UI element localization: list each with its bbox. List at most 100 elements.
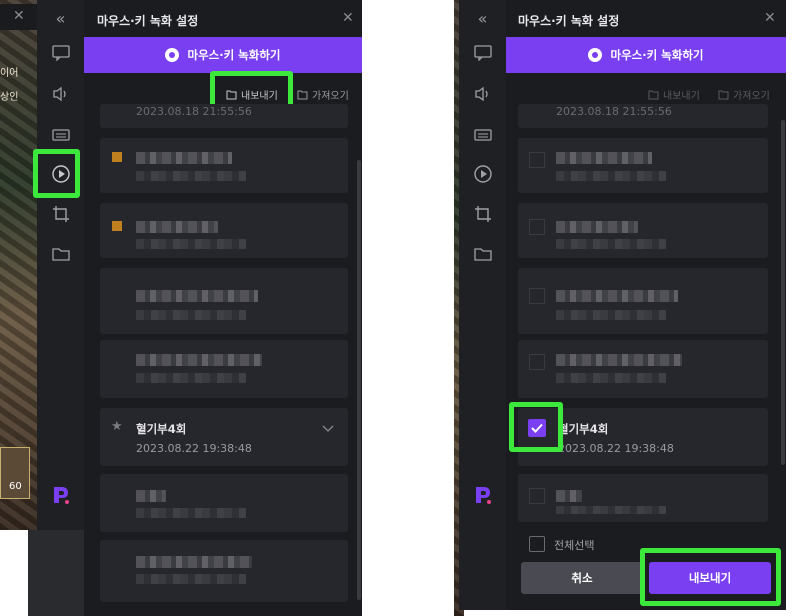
double-chevron-left-icon[interactable]: « bbox=[50, 7, 72, 29]
chat-icon[interactable] bbox=[50, 42, 72, 64]
macro-record-icon[interactable] bbox=[472, 163, 494, 185]
crop-icon[interactable] bbox=[472, 203, 494, 225]
close-icon[interactable]: ✕ bbox=[13, 8, 25, 24]
recording-name: 혈기부4회 bbox=[558, 422, 609, 436]
game-label-partial: 상인 bbox=[0, 92, 19, 103]
game-item-count: 60 bbox=[9, 481, 22, 492]
record-dot-icon bbox=[588, 48, 603, 62]
item-checkbox[interactable] bbox=[529, 219, 545, 235]
import-label: 가져오기 bbox=[733, 91, 770, 102]
recording-time: 2023.08.18 21:55:56 bbox=[556, 105, 672, 118]
game-background-left: 이어 상인 60 bbox=[0, 0, 37, 530]
crop-icon[interactable] bbox=[50, 203, 72, 225]
recording-name-redacted bbox=[136, 221, 218, 233]
import-button[interactable]: 가져오기 bbox=[297, 87, 349, 102]
recording-list-item[interactable] bbox=[100, 203, 348, 258]
recording-time: 2023.08.22 19:38:48 bbox=[558, 442, 674, 455]
speaker-icon[interactable] bbox=[472, 83, 494, 105]
left-edge-close[interactable]: ✕ bbox=[0, 4, 37, 30]
recording-time-redacted bbox=[556, 310, 666, 320]
recording-list-item[interactable] bbox=[518, 203, 768, 258]
double-chevron-left-icon[interactable]: « bbox=[472, 7, 494, 29]
recording-name-redacted bbox=[136, 490, 166, 502]
recording-name-redacted bbox=[136, 152, 232, 164]
close-icon[interactable]: ✕ bbox=[764, 10, 776, 26]
import-button-disabled: 가져오기 bbox=[718, 87, 770, 102]
record-button-label: 마우스·키 녹화하기 bbox=[610, 48, 704, 62]
panel-title: 마우스·키 녹화 설정 bbox=[97, 14, 199, 28]
app-logo-icon bbox=[472, 484, 494, 506]
recording-time-redacted bbox=[136, 508, 246, 518]
panel-title: 마우스·키 녹화 설정 bbox=[518, 14, 620, 28]
right-sidebar-rail: « bbox=[459, 0, 506, 610]
scrollbar[interactable] bbox=[357, 160, 361, 600]
record-button-label: 마우스·키 녹화하기 bbox=[187, 48, 281, 62]
import-label: 가져오기 bbox=[312, 91, 349, 102]
recording-time-redacted bbox=[136, 171, 246, 181]
recording-time-redacted bbox=[556, 171, 666, 181]
chat-icon[interactable] bbox=[472, 42, 494, 64]
speaker-icon[interactable] bbox=[50, 83, 72, 105]
select-all-label: 전체선택 bbox=[554, 539, 595, 552]
left-settings-panel: 마우스·키 녹화 설정 ✕ 마우스·키 녹화하기 내보내기 가져오기 2023.… bbox=[84, 0, 362, 616]
recording-list-item[interactable] bbox=[518, 268, 768, 334]
export-label: 내보내기 bbox=[663, 91, 700, 102]
recording-list-item[interactable] bbox=[100, 540, 348, 602]
recording-list-item[interactable]: 2023.08.18 21:55:56 bbox=[518, 104, 768, 128]
export-label: 내보내기 bbox=[241, 91, 278, 102]
bottom-strip bbox=[28, 530, 84, 616]
recording-list-item[interactable] bbox=[100, 268, 348, 334]
export-button[interactable]: 내보내기 bbox=[226, 87, 278, 102]
keyboard-icon[interactable] bbox=[50, 124, 72, 146]
game-item-slot: 60 bbox=[0, 447, 30, 499]
record-button[interactable]: 마우스·키 녹화하기 bbox=[506, 37, 786, 73]
recording-list-item[interactable] bbox=[518, 340, 768, 398]
game-label-partial: 이어 bbox=[0, 68, 19, 79]
item-marker bbox=[112, 152, 122, 162]
recording-name-redacted bbox=[556, 290, 678, 302]
recording-list-item[interactable] bbox=[100, 474, 348, 532]
recording-name-redacted bbox=[136, 556, 252, 568]
checkbox-checked-icon[interactable] bbox=[528, 419, 546, 437]
folder-icon[interactable] bbox=[50, 243, 72, 265]
item-checkbox[interactable] bbox=[529, 354, 545, 370]
keyboard-icon[interactable] bbox=[472, 124, 494, 146]
recording-list-item-featured[interactable]: ★ 혈기부4회 2023.08.22 19:38:48 bbox=[100, 408, 348, 466]
recording-time: 2023.08.22 19:38:48 bbox=[136, 442, 252, 455]
record-dot-icon bbox=[165, 48, 180, 62]
macro-record-icon[interactable] bbox=[50, 163, 72, 185]
recording-name-redacted bbox=[136, 290, 258, 302]
recording-time-redacted bbox=[136, 574, 246, 584]
scrollbar[interactable] bbox=[781, 120, 785, 465]
record-button[interactable]: 마우스·키 녹화하기 bbox=[84, 37, 362, 73]
recording-time: 2023.08.18 21:55:56 bbox=[136, 105, 252, 118]
recording-list-item[interactable] bbox=[518, 474, 768, 522]
recording-list-item[interactable]: 2023.08.18 21:55:56 bbox=[100, 104, 348, 128]
recording-list-item[interactable] bbox=[100, 138, 348, 193]
recording-name-redacted bbox=[136, 354, 262, 366]
recording-name-redacted bbox=[556, 221, 638, 233]
cancel-button[interactable]: 취소 bbox=[521, 562, 643, 594]
star-icon[interactable]: ★ bbox=[111, 419, 123, 434]
item-checkbox[interactable] bbox=[529, 152, 545, 168]
recording-time-redacted bbox=[556, 239, 666, 249]
export-icon bbox=[648, 90, 659, 99]
recording-name-redacted bbox=[556, 152, 652, 164]
import-icon bbox=[297, 90, 308, 99]
recording-name-redacted bbox=[556, 354, 682, 366]
item-marker bbox=[112, 221, 122, 231]
export-submit-highlight bbox=[640, 548, 781, 606]
recording-list-item[interactable] bbox=[518, 138, 768, 193]
item-checkbox[interactable] bbox=[529, 288, 545, 304]
recording-time-redacted bbox=[136, 373, 246, 383]
export-icon bbox=[226, 90, 237, 99]
recording-list-item[interactable] bbox=[100, 340, 348, 398]
folder-icon[interactable] bbox=[472, 243, 494, 265]
export-button-disabled: 내보내기 bbox=[648, 87, 700, 102]
recording-time-redacted bbox=[556, 506, 666, 514]
import-icon bbox=[718, 90, 729, 99]
select-all-checkbox[interactable] bbox=[529, 536, 545, 552]
chevron-down-icon[interactable] bbox=[322, 418, 334, 437]
item-checkbox[interactable] bbox=[529, 488, 545, 504]
close-icon[interactable]: ✕ bbox=[342, 10, 354, 26]
